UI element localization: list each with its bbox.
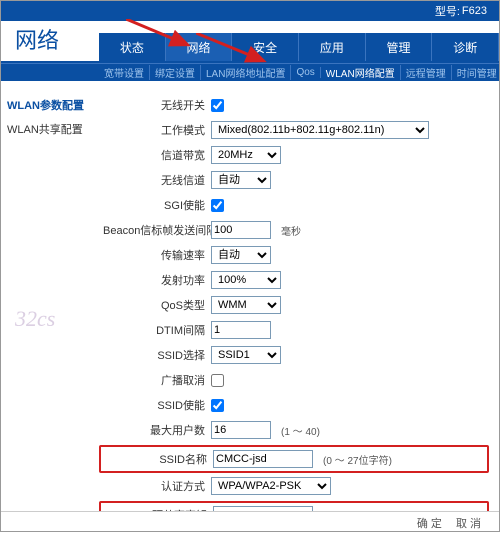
sub-tabs: 宽带设置 绑定设置 LAN网络地址配置 Qos WLAN网络配置 远程管理 时间… — [1, 63, 499, 81]
sub-lan[interactable]: LAN网络地址配置 — [201, 65, 291, 80]
wifi-switch-checkbox[interactable] — [211, 99, 224, 112]
sidebar-item-wlan-share[interactable]: WLAN共享配置 — [1, 117, 99, 141]
highlight-ssid: SSID名称 (0 ～ 27位字符) — [99, 445, 489, 473]
tab-app[interactable]: 应用 — [299, 33, 366, 61]
sub-wlan[interactable]: WLAN网络配置 — [321, 65, 401, 80]
cancel-button[interactable]: 取 消 — [456, 515, 481, 531]
mode-select[interactable]: Mixed(802.11b+802.11g+802.11n) — [211, 121, 429, 139]
main-tabs: 状态 网络 安全 应用 管理 诊断 — [99, 33, 499, 61]
maxu-note: (1 ～ 40) — [281, 423, 320, 438]
maxu-label: 最大用户数 — [103, 422, 211, 438]
rate-select[interactable]: 自动 — [211, 246, 271, 264]
header: 网络 状态 网络 安全 应用 管理 诊断 — [1, 21, 499, 63]
ssid-en-checkbox[interactable] — [211, 399, 224, 412]
model-value: F623 — [462, 5, 487, 17]
sub-broadband[interactable]: 宽带设置 — [99, 65, 150, 80]
rate-label: 传输速率 — [103, 247, 211, 263]
sub-remote[interactable]: 远程管理 — [401, 65, 452, 80]
form-panel: 无线开关 工作模式Mixed(802.11b+802.11g+802.11n) … — [99, 81, 499, 511]
page-title: 网络 — [1, 23, 99, 61]
bw-label: 信道带宽 — [103, 147, 211, 163]
sub-qos[interactable]: Qos — [291, 67, 320, 78]
bcast-checkbox[interactable] — [211, 374, 224, 387]
sidebar: WLAN参数配置 WLAN共享配置 — [1, 81, 99, 511]
psk-input[interactable] — [213, 506, 313, 511]
tab-security[interactable]: 安全 — [232, 33, 299, 61]
power-label: 发射功率 — [103, 272, 211, 288]
sgi-label: SGI使能 — [103, 197, 211, 213]
tab-manage[interactable]: 管理 — [366, 33, 433, 61]
ssid-en-label: SSID使能 — [103, 397, 211, 413]
sidebar-item-wlan-params[interactable]: WLAN参数配置 — [1, 93, 99, 117]
mode-label: 工作模式 — [103, 122, 211, 138]
psk-note: (8 ～ 63 位字符) — [323, 508, 395, 512]
sgi-checkbox[interactable] — [211, 199, 224, 212]
beacon-label: Beacon信标帧发送间隔 — [103, 222, 211, 238]
psk-label: WPA预共享密钥 — [105, 507, 213, 511]
bw-select[interactable]: 20MHz — [211, 146, 281, 164]
ch-select[interactable]: 自动 — [211, 171, 271, 189]
model-bar: 型号: F623 — [1, 1, 499, 21]
auth-select[interactable]: WPA/WPA2-PSK — [211, 477, 331, 495]
tab-diag[interactable]: 诊断 — [432, 33, 499, 61]
highlight-psk: WPA预共享密钥 (8 ～ 63 位字符) — [99, 501, 489, 511]
power-select[interactable]: 100% — [211, 271, 281, 289]
ssid-name-note: (0 ～ 27位字符) — [323, 452, 392, 467]
ssid-sel-label: SSID选择 — [103, 347, 211, 363]
ssid-sel[interactable]: SSID1 — [211, 346, 281, 364]
ssid-name-input[interactable] — [213, 450, 313, 468]
maxu-input[interactable] — [211, 421, 271, 439]
ssid-name-label: SSID名称 — [105, 451, 213, 467]
sub-bind[interactable]: 绑定设置 — [150, 65, 201, 80]
sub-time[interactable]: 时间管理 — [452, 65, 500, 80]
beacon-input[interactable] — [211, 221, 271, 239]
ch-label: 无线信道 — [103, 172, 211, 188]
auth-label: 认证方式 — [103, 478, 211, 494]
tab-network[interactable]: 网络 — [166, 33, 233, 61]
ok-button[interactable]: 确 定 — [417, 515, 442, 531]
footer-bar: 确 定 取 消 — [1, 511, 499, 533]
qos-select[interactable]: WMM — [211, 296, 281, 314]
wifi-switch-label: 无线开关 — [103, 97, 211, 113]
dtim-label: DTIM间隔 — [103, 322, 211, 338]
dtim-input[interactable] — [211, 321, 271, 339]
bcast-label: 广播取消 — [103, 372, 211, 388]
model-label: 型号: — [435, 3, 460, 19]
beacon-unit: 毫秒 — [281, 223, 301, 238]
tab-status[interactable]: 状态 — [99, 33, 166, 61]
qos-label: QoS类型 — [103, 297, 211, 313]
